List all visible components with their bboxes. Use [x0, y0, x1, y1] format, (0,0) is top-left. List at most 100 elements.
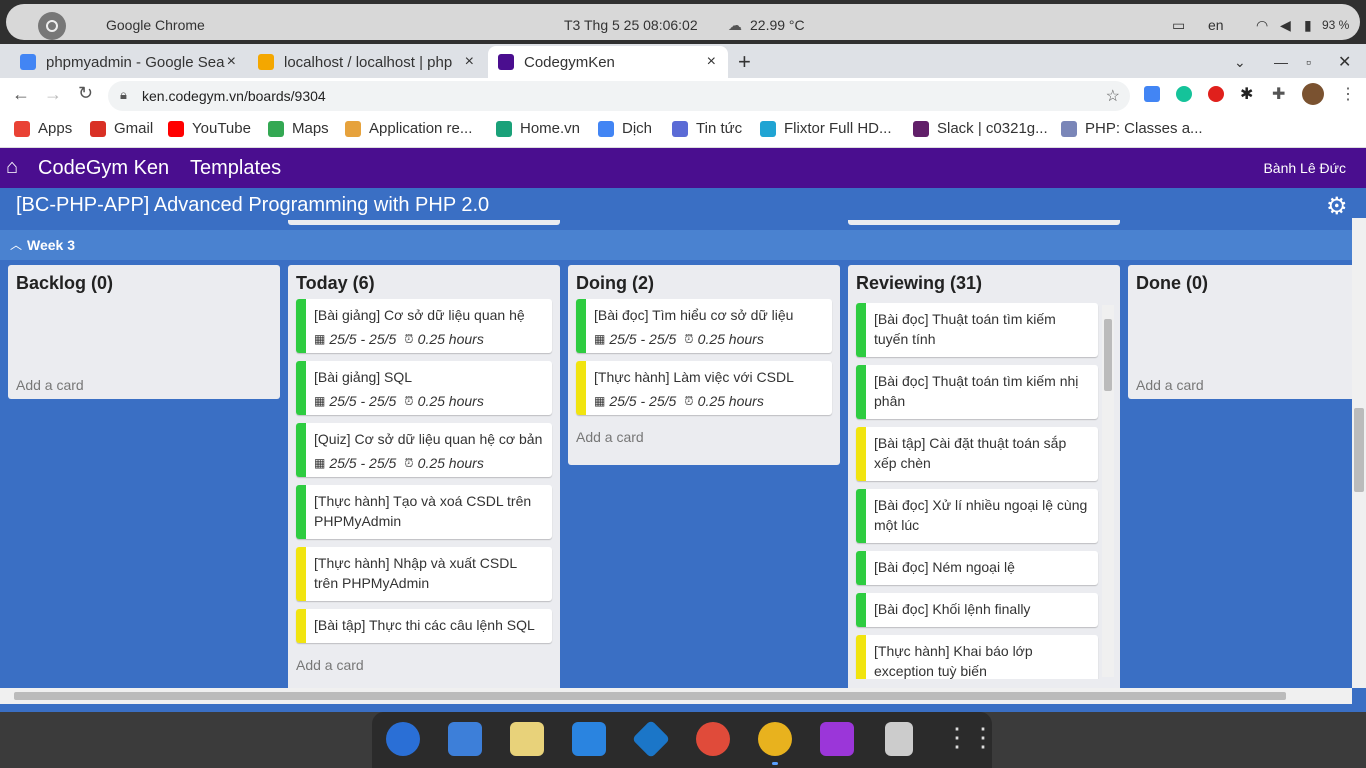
card[interactable]: [Thực hành] Tạo và xoá CSDL trên PHPMyAd…	[296, 485, 552, 539]
templates-link[interactable]: Templates	[190, 157, 281, 180]
tab-close-icon[interactable]: ×	[707, 53, 716, 71]
clock-icon: ⏰︎	[404, 455, 414, 470]
tab-codegymken[interactable]: CodegymKen ×	[488, 46, 728, 78]
card[interactable]: [Bài đọc] Xử lí nhiều ngoại lệ cùng một …	[856, 489, 1098, 543]
card-time: 0.25 hours	[417, 331, 484, 347]
card[interactable]: [Bài tập] Cài đặt thuật toán sắp xếp chè…	[856, 427, 1098, 481]
add-card-button[interactable]: Add a card	[288, 651, 560, 681]
tab-phpmyadmin-search[interactable]: phpmyadmin - Google Sea ×	[0, 46, 248, 78]
bookmark-gmail[interactable]: Gmail	[90, 120, 153, 137]
page-vertical-scrollbar[interactable]	[1352, 218, 1366, 688]
bookmark-slack[interactable]: Slack | c0321g...	[913, 120, 1048, 137]
close-window-icon[interactable]: ✕	[1328, 46, 1360, 78]
week-group-header[interactable]: ︿ Week 3	[0, 230, 1352, 260]
scrollbar-thumb[interactable]	[1354, 408, 1364, 492]
translate-extension-icon[interactable]	[1144, 86, 1160, 102]
system-top-bar: Google Chrome T3 Thg 5 25 08:06:02 ☁ 22.…	[0, 0, 1366, 44]
card[interactable]: [Thực hành] Nhập và xuất CSDL trên PHPMy…	[296, 547, 552, 601]
bookmark-flixtor[interactable]: Flixtor Full HD...	[760, 120, 892, 137]
tab-search-icon[interactable]: ⌄	[1224, 46, 1264, 78]
rhythmbox-icon[interactable]	[510, 722, 544, 756]
clock[interactable]: T3 Thg 5 25 08:06:02	[564, 17, 698, 33]
card[interactable]: [Thực hành] Làm việc với CSDL ▦ 25/5 - 25…	[576, 361, 832, 415]
bookmark-label: Tin tức	[696, 120, 743, 137]
maximize-icon[interactable]: ▫	[1296, 46, 1328, 78]
reload-icon[interactable]: ↻	[78, 83, 93, 104]
add-card-button[interactable]: Add a card	[1128, 371, 1212, 401]
scrollbar-thumb[interactable]	[14, 692, 1286, 700]
card-title: [Quiz] Cơ sở dữ liệu quan hệ cơ bản	[314, 431, 543, 447]
language-indicator[interactable]: en	[1208, 17, 1224, 33]
list-cards-scroll[interactable]: [Bài đọc] Thuật toán tìm kiếm tuyến tính…	[848, 303, 1106, 679]
omnibox[interactable]: 🔒︎ ken.codegym.vn/boards/9304 ☆	[108, 81, 1130, 111]
bookmark-php[interactable]: PHP: Classes a...	[1061, 120, 1203, 137]
volume-icon[interactable]: ◀	[1280, 17, 1291, 34]
add-card-button[interactable]: Add a card	[8, 371, 92, 401]
card[interactable]: [Bài đọc] Thuật toán tìm kiếm tuyến tính	[856, 303, 1098, 357]
menu-dots-icon[interactable]: ⋮	[1340, 84, 1356, 104]
minimize-icon[interactable]: —	[1264, 46, 1296, 78]
card[interactable]: [Bài giảng] SQL ▦ 25/5 - 25/5 ⏰︎ 0.25 hours	[296, 361, 552, 415]
extension-paw-icon[interactable]: ✱	[1240, 84, 1253, 104]
home-icon[interactable]: ⌂	[6, 156, 18, 179]
wifi-icon[interactable]: ◠	[1256, 17, 1268, 34]
url-text[interactable]: ken.codegym.vn/boards/9304	[142, 88, 326, 104]
phpstorm-icon[interactable]	[820, 722, 854, 756]
help-icon[interactable]	[696, 722, 730, 756]
settings-gear-icon[interactable]: ⚙	[1326, 192, 1348, 221]
tab-close-icon[interactable]: ×	[227, 53, 236, 71]
clock-icon: ⏰︎	[404, 331, 414, 346]
profile-avatar[interactable]	[1302, 83, 1324, 105]
card[interactable]: [Quiz] Cơ sở dữ liệu quan hệ cơ bản ▦ 25/…	[296, 423, 552, 477]
thunderbird-icon[interactable]	[386, 722, 420, 756]
forward-icon[interactable]: →	[44, 84, 62, 105]
card[interactable]: [Bài đọc] Ném ngoại lệ	[856, 551, 1098, 585]
bookmark-label: Slack | c0321g...	[937, 120, 1048, 137]
vscode-icon[interactable]	[631, 719, 671, 759]
adblock-icon[interactable]	[1208, 86, 1224, 102]
card[interactable]: [Bài tập] Thực thi các câu lệnh SQL	[296, 609, 552, 643]
tab-close-icon[interactable]: ×	[465, 53, 474, 71]
brand-link[interactable]: CodeGym Ken	[38, 157, 169, 180]
card-time: 0.25 hours	[417, 393, 484, 409]
card[interactable]: [Bài đọc] Tìm hiểu cơ sở dữ liệu ▦ 25/5 -…	[576, 299, 832, 353]
bookmark-apps[interactable]: Apps	[14, 120, 72, 137]
list-scrollbar[interactable]	[1102, 305, 1114, 677]
card[interactable]: [Bài giảng] Cơ sở dữ liệu quan hệ ▦ 25/5 …	[296, 299, 552, 353]
bookmark-label: Maps	[292, 120, 329, 137]
page-bottom-edge	[0, 704, 1366, 712]
back-icon[interactable]: ←	[12, 84, 30, 105]
page-horizontal-scrollbar[interactable]	[0, 688, 1352, 704]
bookmark-homevn[interactable]: Home.vn	[496, 120, 580, 137]
add-card-button[interactable]: Add a card	[568, 423, 840, 453]
bookmark-maps[interactable]: Maps	[268, 120, 329, 137]
chevron-up-icon[interactable]: ︿	[10, 236, 22, 253]
card-title: [Bài giảng] Cơ sở dữ liệu quan hệ	[314, 307, 525, 323]
files-icon[interactable]	[448, 722, 482, 756]
writer-icon[interactable]	[572, 722, 606, 756]
active-app-name[interactable]: Google Chrome	[106, 17, 205, 33]
card[interactable]: [Bài đọc] Thuật toán tìm kiếm nhị phân	[856, 365, 1098, 419]
list-title: Doing (2)	[576, 273, 654, 293]
bookmark-dich[interactable]: Dịch	[598, 120, 652, 137]
chrome-icon[interactable]	[758, 722, 792, 756]
scrollbar-thumb[interactable]	[1104, 319, 1112, 391]
grammarly-icon[interactable]	[1176, 86, 1192, 102]
bookmark-star-icon[interactable]: ☆	[1106, 86, 1120, 106]
extensions-puzzle-icon[interactable]: ✚	[1272, 84, 1285, 104]
user-menu[interactable]: Bành Lê Đức	[1263, 160, 1346, 176]
bookmark-youtube[interactable]: YouTube	[168, 120, 251, 137]
bookmark-application[interactable]: Application re...	[345, 120, 472, 137]
battery-icon[interactable]: ▮	[1304, 17, 1312, 34]
weather-temp[interactable]: 22.99 °C	[750, 17, 805, 33]
screen-icon[interactable]: ▭	[1172, 17, 1185, 34]
card[interactable]: [Bài đọc] Khối lệnh finally	[856, 593, 1098, 627]
new-tab-button[interactable]: +	[728, 46, 768, 78]
activities-icon[interactable]	[38, 12, 66, 40]
trash-icon[interactable]	[885, 722, 913, 756]
card[interactable]: [Thực hành] Khai báo lớp exception tuỳ b…	[856, 635, 1098, 679]
apps-grid-icon[interactable]: ⋮⋮	[944, 722, 996, 756]
tab-localhost-phpmyadmin[interactable]: localhost / localhost | php ×	[248, 46, 486, 78]
card-date: 25/5 - 25/5	[609, 331, 677, 347]
bookmark-tintuc[interactable]: Tin tức	[672, 120, 742, 137]
